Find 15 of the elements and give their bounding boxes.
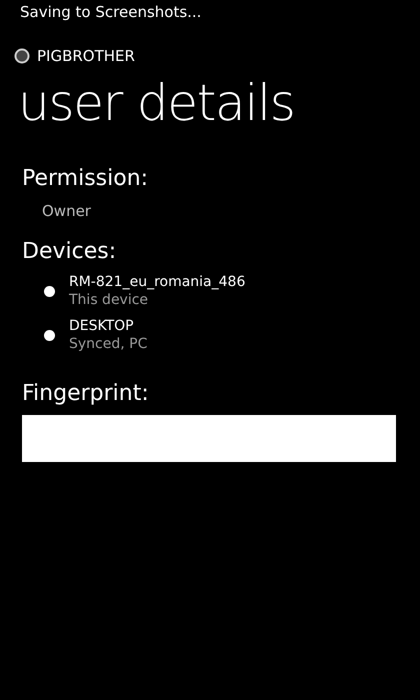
progress-ring-icon [14, 48, 30, 64]
bullet-icon [44, 286, 55, 296]
permission-label: Permission: [22, 168, 150, 190]
devices-label: Devices: [22, 241, 118, 263]
page-title: user details [17, 78, 296, 128]
device-detail: This device [69, 291, 150, 309]
app-name: PIGBROTHER [37, 48, 135, 64]
device-name: RM-821_eu_romania_486 [69, 273, 246, 291]
fingerprint-label: Fingerprint: [22, 383, 150, 405]
device-name: DESKTOP [69, 317, 135, 335]
bullet-icon [44, 330, 55, 340]
status-notification: Saving to Screenshots... [20, 4, 202, 20]
fingerprint-field[interactable] [22, 415, 396, 462]
device-detail: Synced, PC [69, 335, 148, 353]
permission-value: Owner [41, 204, 92, 219]
